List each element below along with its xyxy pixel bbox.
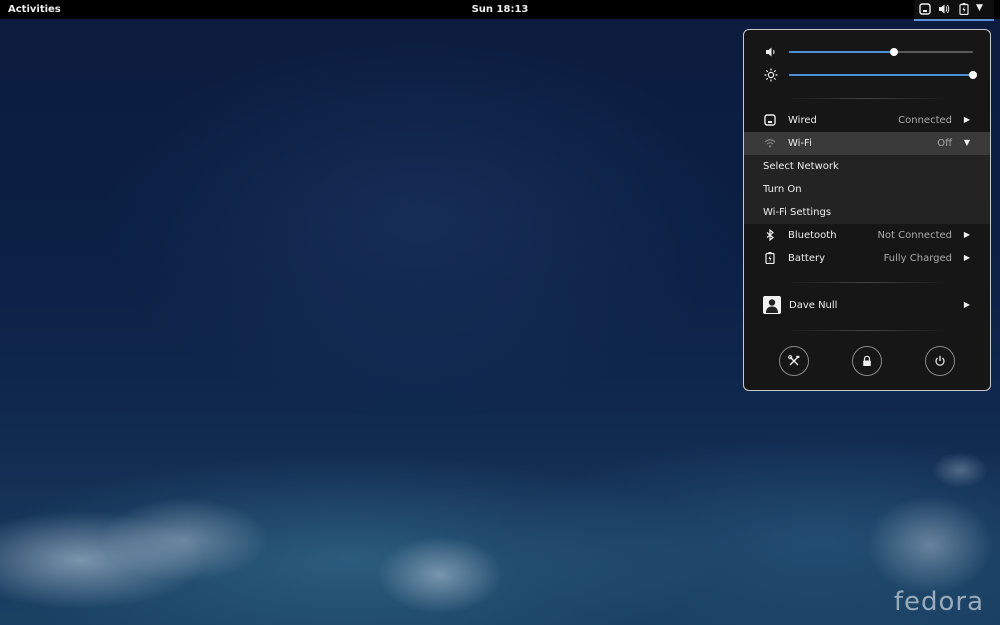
wifi-icon [764,139,776,148]
bluetooth-row[interactable]: Bluetooth Not Connected ▶ [744,224,990,247]
fedora-logo: fedora [893,587,984,617]
power-icon [935,355,945,366]
chevron-right-icon: ▶ [963,115,970,124]
lock-icon [863,355,871,366]
bluetooth-status: Not Connected [877,230,952,241]
volume-slider-row [764,45,974,59]
separator [784,98,950,99]
chevron-right-icon: ▶ [963,300,970,309]
volume-slider[interactable] [789,48,973,56]
chevron-down-icon: ▼ [963,138,970,147]
separator [784,330,950,331]
clock[interactable]: Sun 18:13 [0,4,1000,15]
volume-slider-fill [789,51,894,53]
bluetooth-icon [766,229,774,241]
battery-icon [765,252,775,264]
wifi-settings-item[interactable]: Wi-Fi Settings [763,207,963,218]
wired-row[interactable]: Wired Connected ▶ [744,109,990,132]
top-bar: Activities Sun 18:13 ▼ [0,0,1000,21]
wired-label: Wired [788,115,817,126]
wifi-row[interactable]: Wi-Fi Off ▼ [744,132,990,155]
user-name: Dave Null [789,300,838,311]
lock-button[interactable] [852,346,882,376]
system-menu: Wired Connected ▶ Wi-Fi Off ▼ Select Net… [743,29,991,391]
battery-status: Fully Charged [883,253,952,264]
turn-on-wifi-item[interactable]: Turn On [763,184,963,195]
brightness-icon [764,68,778,82]
wifi-submenu: Select Network Turn On Wi-Fi Settings [744,155,990,224]
tools-icon [788,355,800,366]
chevron-down-icon: ▼ [976,3,983,13]
wired-network-icon [919,3,931,15]
settings-button[interactable] [779,346,809,376]
brightness-slider-row [764,68,977,82]
system-status-area[interactable]: ▼ [914,0,994,21]
battery-row[interactable]: Battery Fully Charged ▶ [744,247,990,270]
user-row[interactable]: Dave Null ▶ [744,294,990,317]
brightness-slider-fill [789,74,973,76]
clock-label: Sun 18:13 [471,4,529,15]
power-button[interactable] [925,346,955,376]
battery-label: Battery [788,253,826,264]
separator [784,282,950,283]
wifi-label: Wi-Fi [788,138,812,149]
wired-network-icon [764,114,776,126]
wired-status: Connected [898,115,952,126]
brightness-slider[interactable] [789,71,977,79]
brightness-slider-handle[interactable] [969,71,977,79]
chevron-right-icon: ▶ [963,230,970,239]
avatar [763,296,781,314]
select-network-item[interactable]: Select Network [763,161,963,172]
volume-icon [939,4,950,14]
bluetooth-label: Bluetooth [788,230,837,241]
volume-slider-handle[interactable] [889,48,898,56]
battery-icon [959,3,969,15]
chevron-right-icon: ▶ [963,253,970,262]
wifi-status: Off [937,138,952,149]
volume-icon [766,47,775,57]
